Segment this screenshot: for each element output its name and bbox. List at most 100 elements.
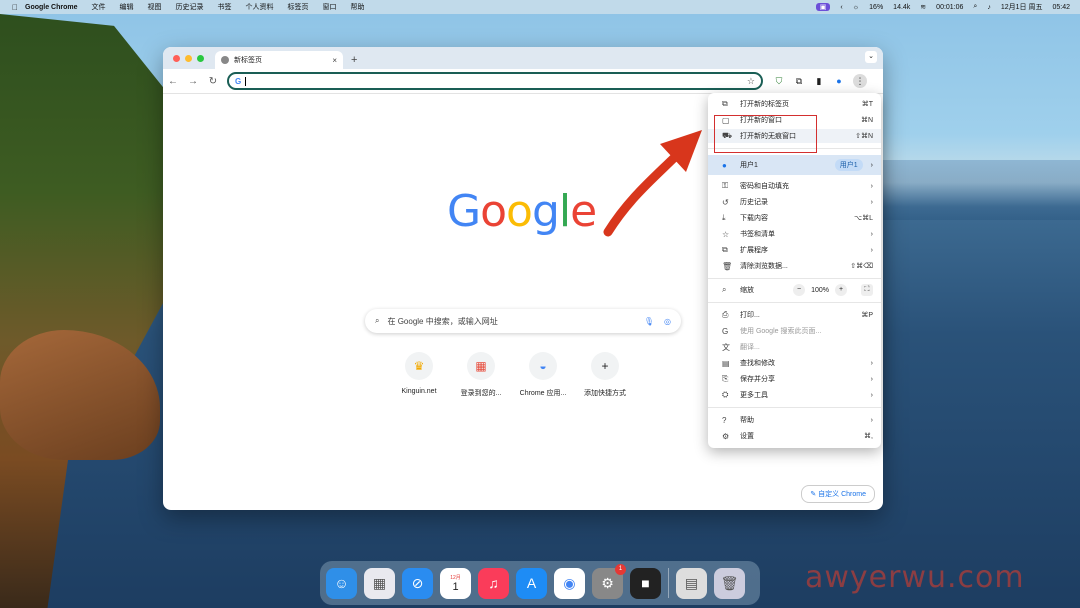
google-lens-icon[interactable]: ◎ — [664, 317, 671, 326]
tab-search-button[interactable]: ⌄ — [865, 51, 877, 63]
trash-icon: 🗑 — [722, 261, 733, 271]
chevron-right-icon: › — [870, 198, 873, 206]
finder-icon[interactable]: ☺ — [326, 567, 357, 599]
menu-help[interactable]: 帮助 — [351, 2, 365, 12]
document-icon[interactable]: ▤ — [676, 567, 707, 599]
safari-icon[interactable]: ⊘ — [402, 567, 433, 599]
side-panel-icon[interactable]: ▮ — [813, 75, 825, 87]
zoom-out-button[interactable]: − — [793, 284, 806, 296]
menu-edit[interactable]: 编辑 — [120, 2, 134, 12]
wifi-icon[interactable]: ≋ — [920, 3, 926, 11]
toolbox-icon: ⛭ — [722, 390, 729, 399]
close-window-button[interactable] — [173, 55, 180, 62]
shortcut-add[interactable]: + 添加快捷方式 — [581, 352, 629, 398]
menu-find[interactable]: ▤ 查找和修改 › — [708, 356, 881, 370]
shortcut-kinguin[interactable]: ♛ Kinguin.net — [395, 352, 443, 398]
menu-more-tools[interactable]: ⛭ 更多工具 › — [708, 388, 881, 402]
system-settings-icon[interactable]: ⚙ 1 — [592, 563, 626, 599]
minimize-window-button[interactable] — [185, 55, 192, 62]
app-store-icon[interactable]: A — [516, 567, 547, 599]
logo-letter: e — [570, 186, 597, 237]
shortcut-chrome-webstore[interactable]: ◒ Chrome 应用... — [519, 352, 567, 398]
menu-profile[interactable]: ● 用户1 用户1 › — [708, 155, 881, 175]
chrome-menu-icon[interactable]: ⋮ — [853, 74, 867, 88]
chevron-right-icon: › — [870, 391, 873, 399]
gear-icon: ⚙ — [722, 431, 730, 441]
menu-history[interactable]: 历史记录 — [176, 2, 204, 12]
logo-letter: G — [447, 186, 481, 237]
zoom-window-button[interactable] — [197, 55, 204, 62]
menu-new-tab[interactable]: ⧉ 打开新的标签页 ⌘T — [708, 97, 881, 111]
shortcut-login[interactable]: ▦ 登录到您的... — [457, 352, 505, 398]
facetime-icon[interactable]: ■ — [630, 567, 661, 599]
menu-extensions[interactable]: ⧉ 扩展程序 › — [708, 243, 881, 257]
window-controls — [173, 55, 204, 62]
watermark: awyerwu.com — [805, 560, 1025, 595]
forward-icon[interactable]: → — [183, 76, 203, 87]
divider — [708, 302, 881, 303]
search-icon[interactable]: ⌕ — [973, 3, 977, 11]
menu-shortcut: ⌥⌘L — [854, 215, 873, 222]
calendar-icon[interactable]: 12月 1 — [440, 567, 471, 599]
zoom-in-button[interactable]: + — [835, 284, 847, 296]
menu-history[interactable]: ↺ 历史记录 › — [708, 195, 881, 209]
profile-avatar-icon[interactable]: ● — [833, 75, 845, 87]
divider — [708, 278, 881, 279]
menu-print[interactable]: ⎙ 打印... ⌘P — [708, 308, 881, 322]
menu-help[interactable]: ? 帮助 › — [708, 413, 881, 427]
menu-label: 查找和修改 — [740, 360, 775, 367]
shortcut-label: Chrome 应用... — [519, 390, 567, 397]
logo-letter: l — [558, 186, 571, 237]
menu-clear-data[interactable]: 🗑 清除浏览数据... ⇧⌘⌫ — [708, 259, 881, 273]
menubar-date: 12月1日 周五 — [1000, 4, 1043, 11]
chrome-icon[interactable]: ◉ — [554, 567, 585, 599]
menu-label: 历史记录 — [740, 199, 768, 206]
search-box[interactable]: ⌕ 在 Google 中搜索，或输入网址 🎙 ◎ — [365, 309, 681, 333]
tab-new-tab-page[interactable]: 新标签页 × — [215, 51, 343, 69]
menu-view[interactable]: 视图 — [148, 2, 162, 12]
chevron-left-icon[interactable]: ‹ — [840, 4, 842, 11]
menubar-time: 05:42 — [1052, 3, 1070, 11]
menu-profile[interactable]: 个人资料 — [246, 2, 274, 12]
notification-badge: 1 — [615, 563, 626, 575]
chevron-right-icon: › — [870, 375, 873, 383]
menu-shortcut: ⌘, — [864, 433, 873, 440]
brightness-icon[interactable]: ☼ — [853, 4, 859, 11]
search-placeholder[interactable]: 在 Google 中搜索，或输入网址 — [387, 316, 497, 327]
music-icon[interactable]: ♫ — [478, 567, 509, 599]
menu-passwords[interactable]: ⚿ 密码和自动填充 › — [708, 179, 881, 193]
tab-close-icon[interactable]: × — [332, 56, 337, 65]
zoom-icon: ⌕ — [722, 285, 727, 294]
back-icon[interactable]: ← — [163, 76, 183, 87]
fullscreen-icon[interactable]: ⛶ — [861, 284, 873, 296]
menu-tabs[interactable]: 标签页 — [288, 2, 309, 12]
menu-window[interactable]: 窗口 — [323, 2, 337, 12]
menu-label: 更多工具 — [740, 392, 768, 399]
customize-chrome-button[interactable]: ✎ 自定义 Chrome — [801, 485, 875, 503]
bookmark-star-icon[interactable]: ☆ — [747, 76, 755, 87]
menu-file[interactable]: 文件 — [92, 2, 106, 12]
volume-icon[interactable]: ♪ — [987, 4, 991, 11]
launchpad-icon[interactable]: ▦ — [364, 567, 395, 599]
address-bar[interactable]: G ☆ — [227, 72, 763, 90]
logo-letter: o — [506, 186, 533, 237]
reload-icon[interactable]: ↻ — [203, 76, 223, 87]
trash-icon[interactable]: 🗑 — [714, 567, 745, 599]
menu-settings[interactable]: ⚙ 设置 ⌘, — [708, 429, 881, 443]
extensions-icon[interactable]: ⧉ — [793, 75, 805, 87]
new-tab-icon: ⧉ — [722, 99, 728, 108]
menu-shortcut: ⌘T — [861, 101, 873, 108]
menu-save-share[interactable]: ⎘ 保存并分享 › — [708, 372, 881, 386]
apple-icon[interactable]:  — [12, 3, 18, 12]
plus-icon: + — [591, 352, 619, 380]
screen-record-icon[interactable]: ▣ — [815, 3, 831, 11]
find-icon: ▤ — [722, 358, 730, 368]
shield-icon[interactable]: ⛉ — [773, 75, 785, 87]
menu-bookmarks[interactable]: ☆ 书签和清单 › — [708, 227, 881, 241]
menu-app-name[interactable]: Google Chrome — [25, 4, 78, 11]
microphone-icon[interactable]: 🎙 — [644, 317, 654, 326]
menu-downloads[interactable]: ⤓ 下载内容 ⌥⌘L — [708, 211, 881, 225]
new-tab-button[interactable]: + — [351, 54, 357, 66]
menu-bookmarks[interactable]: 书签 — [218, 2, 232, 12]
network-speed: 14.4k — [893, 3, 911, 11]
